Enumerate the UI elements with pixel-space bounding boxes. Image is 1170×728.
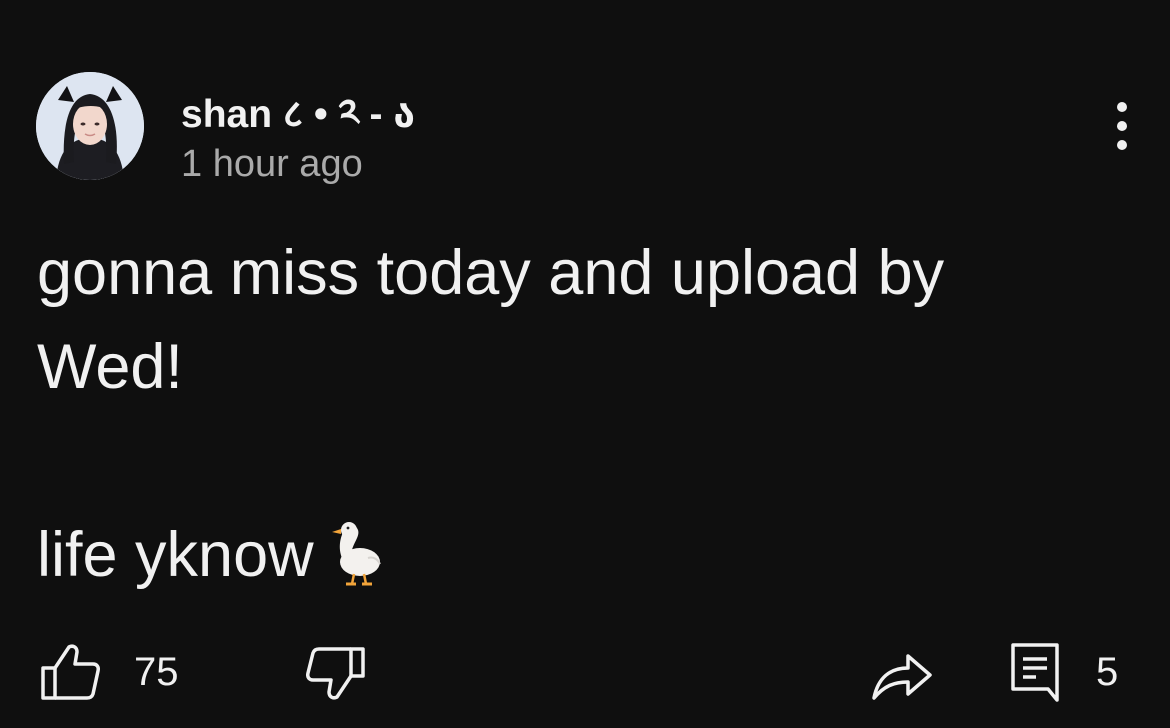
avatar-photo	[36, 72, 144, 180]
post-text-line-with-emoji: life yknow	[37, 508, 1117, 616]
comment-icon	[1011, 643, 1059, 702]
post-timestamp: 1 hour ago	[181, 143, 363, 185]
paragraph-break	[37, 414, 1117, 508]
more-vertical-icon-dot	[1117, 121, 1127, 131]
post-text-line: gonna miss today and upload by	[37, 238, 945, 308]
duck-emoji	[328, 518, 384, 616]
share-arrow-icon	[872, 654, 932, 700]
post-text-line: Wed!	[37, 332, 183, 402]
more-vertical-icon-dot	[1117, 140, 1127, 150]
more-vertical-icon	[1117, 102, 1127, 112]
thumbs-down-icon	[306, 647, 365, 700]
comments-button[interactable]	[1010, 642, 1060, 704]
post-text-line: life yknow	[37, 520, 314, 590]
post-body: gonna miss today and upload by Wed! life…	[37, 226, 1117, 616]
author-avatar[interactable]	[36, 72, 144, 180]
community-post: shan ८ • ༢ - ა 1 hour ago gonna miss tod…	[0, 0, 1170, 728]
dislike-button[interactable]	[306, 646, 366, 702]
comment-count: 5	[1096, 650, 1119, 694]
like-button[interactable]	[40, 642, 102, 702]
thumbs-up-icon	[41, 644, 100, 700]
share-button[interactable]	[870, 644, 934, 702]
like-count: 75	[134, 650, 179, 694]
more-options-button[interactable]	[1098, 98, 1146, 154]
